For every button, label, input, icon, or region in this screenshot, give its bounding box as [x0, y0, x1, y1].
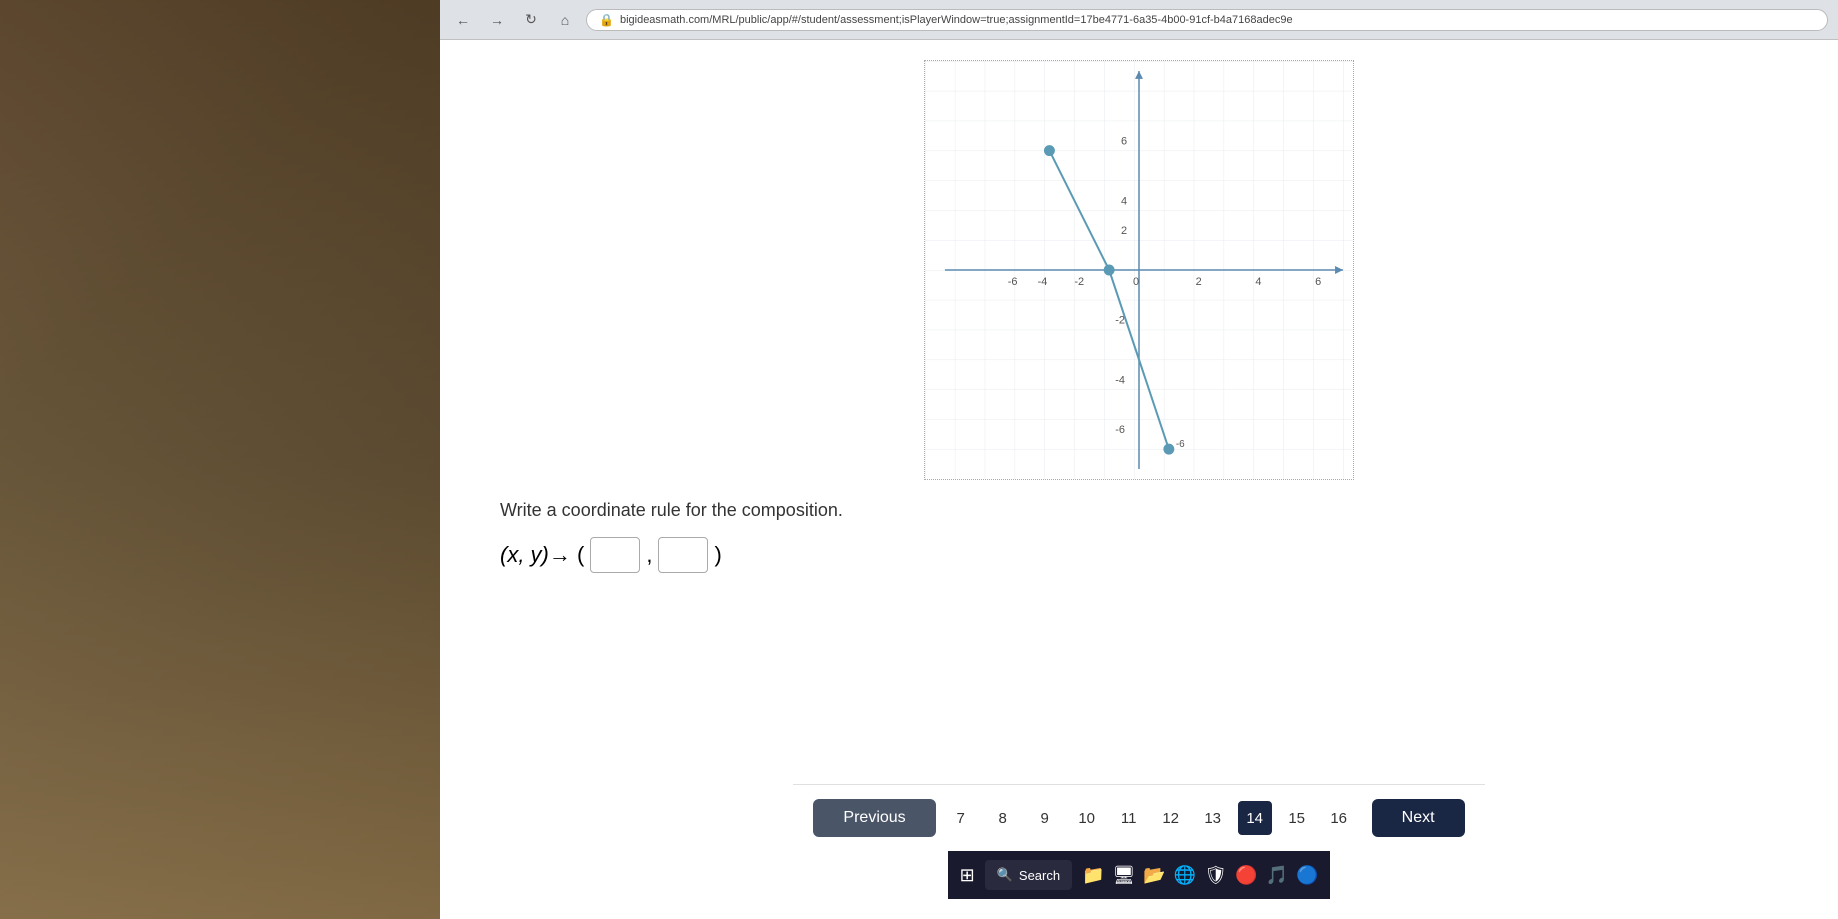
secure-icon: 🔒 — [599, 13, 614, 27]
refresh-button[interactable]: ↻ — [518, 7, 544, 33]
windows-icon[interactable]: ⊞ — [960, 865, 975, 886]
svg-text:6: 6 — [1315, 276, 1321, 288]
svg-text:-6: -6 — [1176, 439, 1185, 450]
search-label: Search — [1019, 868, 1060, 883]
search-box[interactable]: 🔍 Search — [985, 860, 1072, 890]
browser-chrome: ← → ↻ ⌂ 🔒 bigideasmath.com/MRL/public/ap… — [440, 0, 1838, 40]
svg-text:-6: -6 — [1008, 276, 1018, 288]
taskbar-display-icon[interactable]: 🖥 — [1113, 865, 1136, 886]
page-9[interactable]: 9 — [1028, 801, 1062, 835]
taskbar-folder-icon[interactable]: 📂 — [1143, 865, 1165, 886]
classroom-background — [0, 0, 440, 919]
svg-text:0: 0 — [1133, 276, 1139, 288]
page-15[interactable]: 15 — [1280, 801, 1314, 835]
home-button[interactable]: ⌂ — [552, 7, 578, 33]
svg-text:-4: -4 — [1115, 374, 1125, 386]
forward-button[interactable]: → — [484, 7, 510, 33]
svg-text:2: 2 — [1196, 276, 1202, 288]
address-bar[interactable]: 🔒 bigideasmath.com/MRL/public/app/#/stud… — [586, 9, 1828, 31]
taskbar-chrome-icon[interactable]: 🔴 — [1235, 865, 1257, 886]
svg-text:4: 4 — [1121, 195, 1127, 207]
search-icon: 🔍 — [997, 867, 1013, 883]
question-text: Write a coordinate rule for the composit… — [500, 500, 843, 521]
svg-text:4: 4 — [1255, 276, 1261, 288]
formula-prefix: (x, y)→ ( — [500, 542, 584, 568]
taskbar-wifi-icon[interactable]: 🌐 — [1174, 865, 1196, 886]
page-16[interactable]: 16 — [1322, 801, 1356, 835]
page-12[interactable]: 12 — [1154, 801, 1188, 835]
formula-prefix-italic: (x, y) — [500, 542, 549, 567]
taskbar-music-icon[interactable]: 🎵 — [1266, 865, 1288, 886]
svg-text:-4: -4 — [1038, 276, 1048, 288]
svg-text:-2: -2 — [1074, 276, 1084, 288]
input-x-value[interactable] — [590, 537, 640, 573]
browser-window: ← → ↻ ⌂ 🔒 bigideasmath.com/MRL/public/ap… — [440, 0, 1838, 919]
taskbar-app-icon[interactable]: 🔵 — [1296, 865, 1318, 886]
page-14[interactable]: 14 — [1238, 801, 1272, 835]
taskbar: ⊞ 🔍 Search 📁 🖥 📂 🌐 🛡 🔴 🎵 🔵 — [948, 851, 1331, 899]
input-y-value[interactable] — [658, 537, 708, 573]
page-10[interactable]: 10 — [1070, 801, 1104, 835]
taskbar-shield-icon[interactable]: 🛡 — [1204, 865, 1227, 886]
next-button[interactable]: Next — [1372, 799, 1465, 837]
page-11[interactable]: 11 — [1112, 801, 1146, 835]
taskbar-files-icon[interactable]: 📁 — [1082, 865, 1104, 886]
navigation-bar: Previous 7 8 9 10 11 12 13 14 15 16 Next — [793, 784, 1484, 851]
answer-row: (x, y)→ ( , ) — [500, 537, 722, 573]
page-7[interactable]: 7 — [944, 801, 978, 835]
previous-button[interactable]: Previous — [813, 799, 935, 837]
coordinate-graph: -6 -4 -2 0 2 4 6 6 4 2 -2 -4 -6 — [925, 61, 1353, 479]
url-text: bigideasmath.com/MRL/public/app/#/studen… — [620, 14, 1293, 26]
page-8[interactable]: 8 — [986, 801, 1020, 835]
content-area: -6 -4 -2 0 2 4 6 6 4 2 -2 -4 -6 — [440, 40, 1838, 919]
svg-text:-6: -6 — [1115, 424, 1125, 436]
svg-text:6: 6 — [1121, 136, 1127, 148]
page-13[interactable]: 13 — [1196, 801, 1230, 835]
formula-comma: , — [646, 542, 652, 568]
taskbar-right: 📁 🖥 📂 🌐 🛡 🔴 🎵 🔵 — [1082, 865, 1318, 886]
graph-container: -6 -4 -2 0 2 4 6 6 4 2 -2 -4 -6 — [924, 60, 1354, 480]
svg-text:-2: -2 — [1115, 315, 1125, 327]
svg-text:2: 2 — [1121, 225, 1127, 237]
formula-close: ) — [714, 542, 721, 568]
back-button[interactable]: ← — [450, 7, 476, 33]
